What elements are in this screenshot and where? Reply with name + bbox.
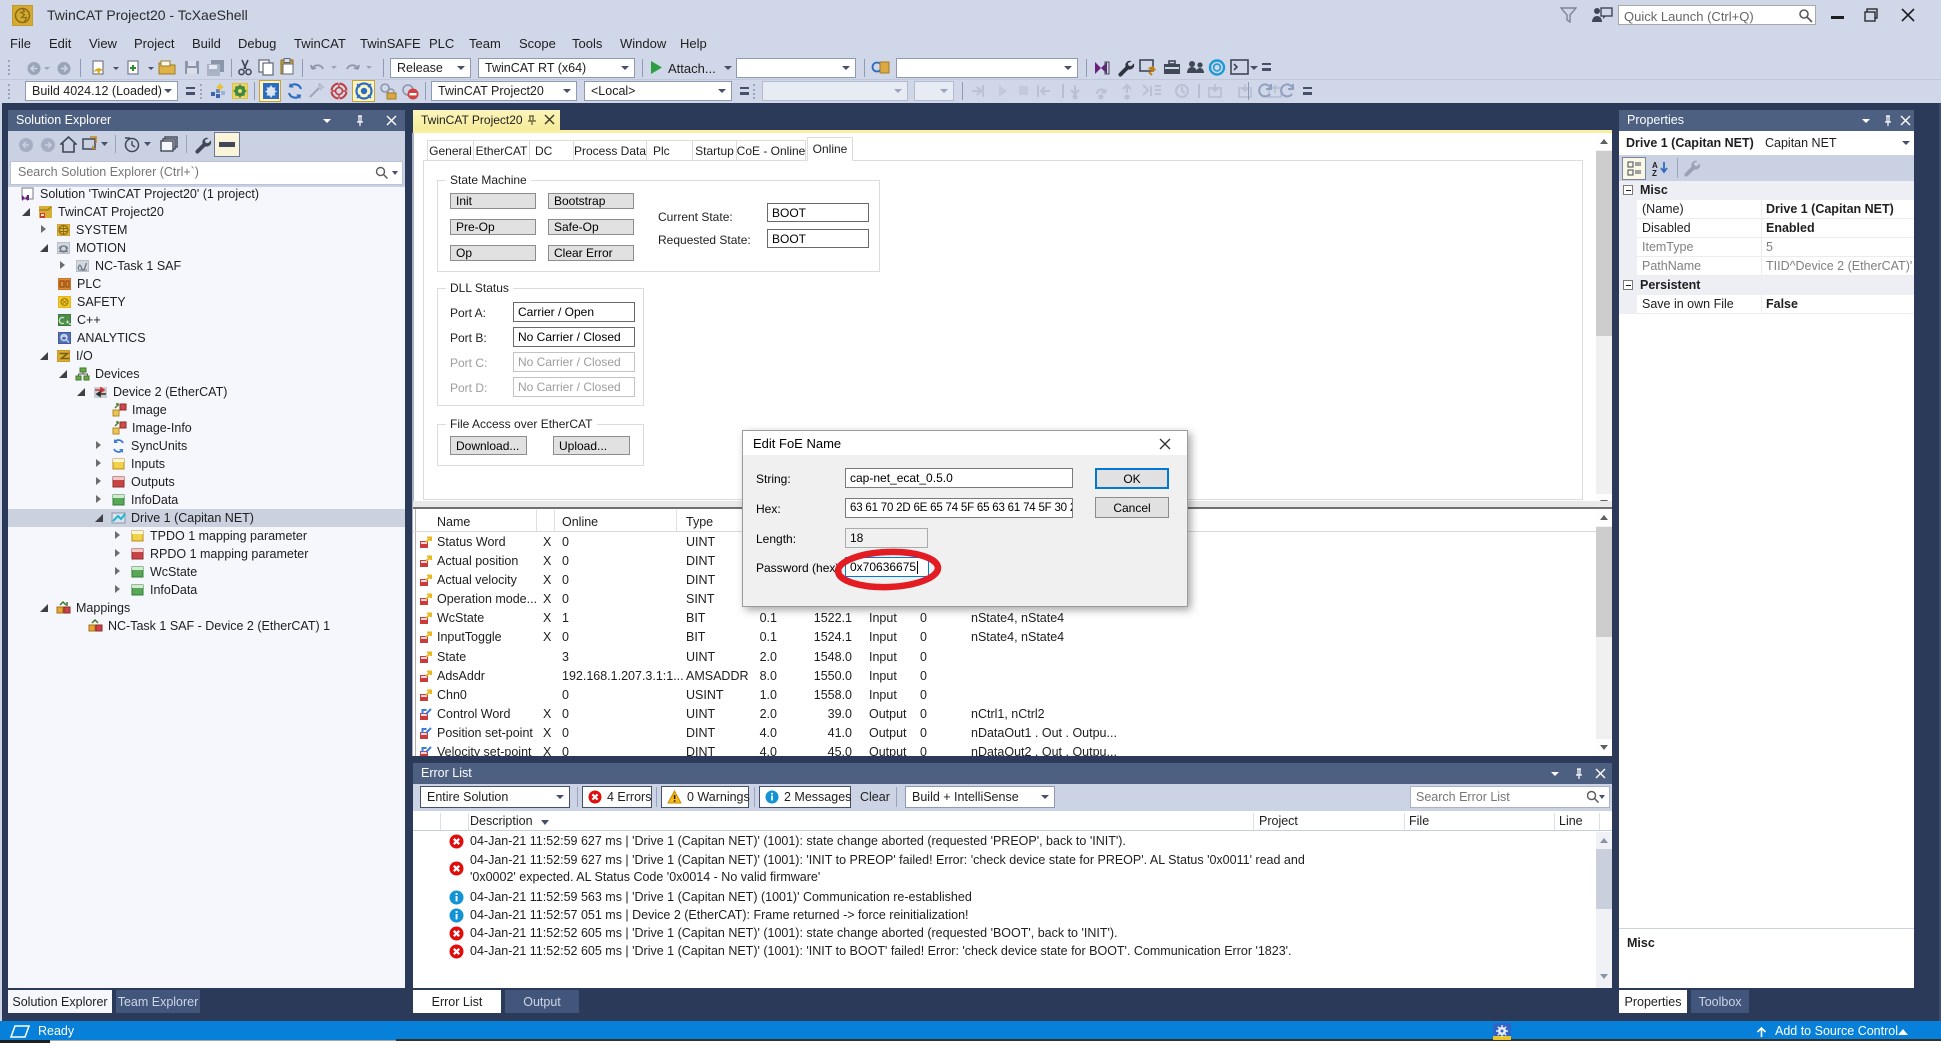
svg-text:Z: Z [1652, 169, 1657, 176]
